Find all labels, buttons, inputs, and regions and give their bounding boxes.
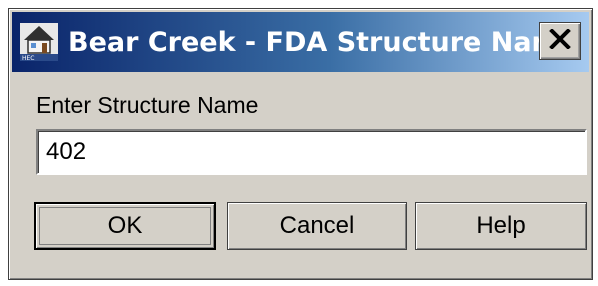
dialog-title: Bear Creek - FDA Structure Name [68,26,579,58]
cancel-button-label: Cancel [279,212,355,239]
cancel-button[interactable]: Cancel [227,202,407,250]
house-icon: HEC [20,23,58,62]
structure-name-dialog: HEC Bear Creek - FDA Structure Name Ente… [8,8,593,280]
svg-text:HEC: HEC [22,55,35,61]
title-bar[interactable]: HEC Bear Creek - FDA Structure Name [12,12,589,72]
help-button[interactable]: Help [415,202,587,250]
close-icon [549,27,571,54]
close-button[interactable] [539,22,581,60]
structure-name-input[interactable]: 402 [36,129,587,175]
ok-button[interactable]: OK [34,202,216,250]
structure-name-label: Enter Structure Name [36,92,259,118]
ok-button-label: OK [107,212,143,239]
help-button-label: Help [476,212,526,239]
